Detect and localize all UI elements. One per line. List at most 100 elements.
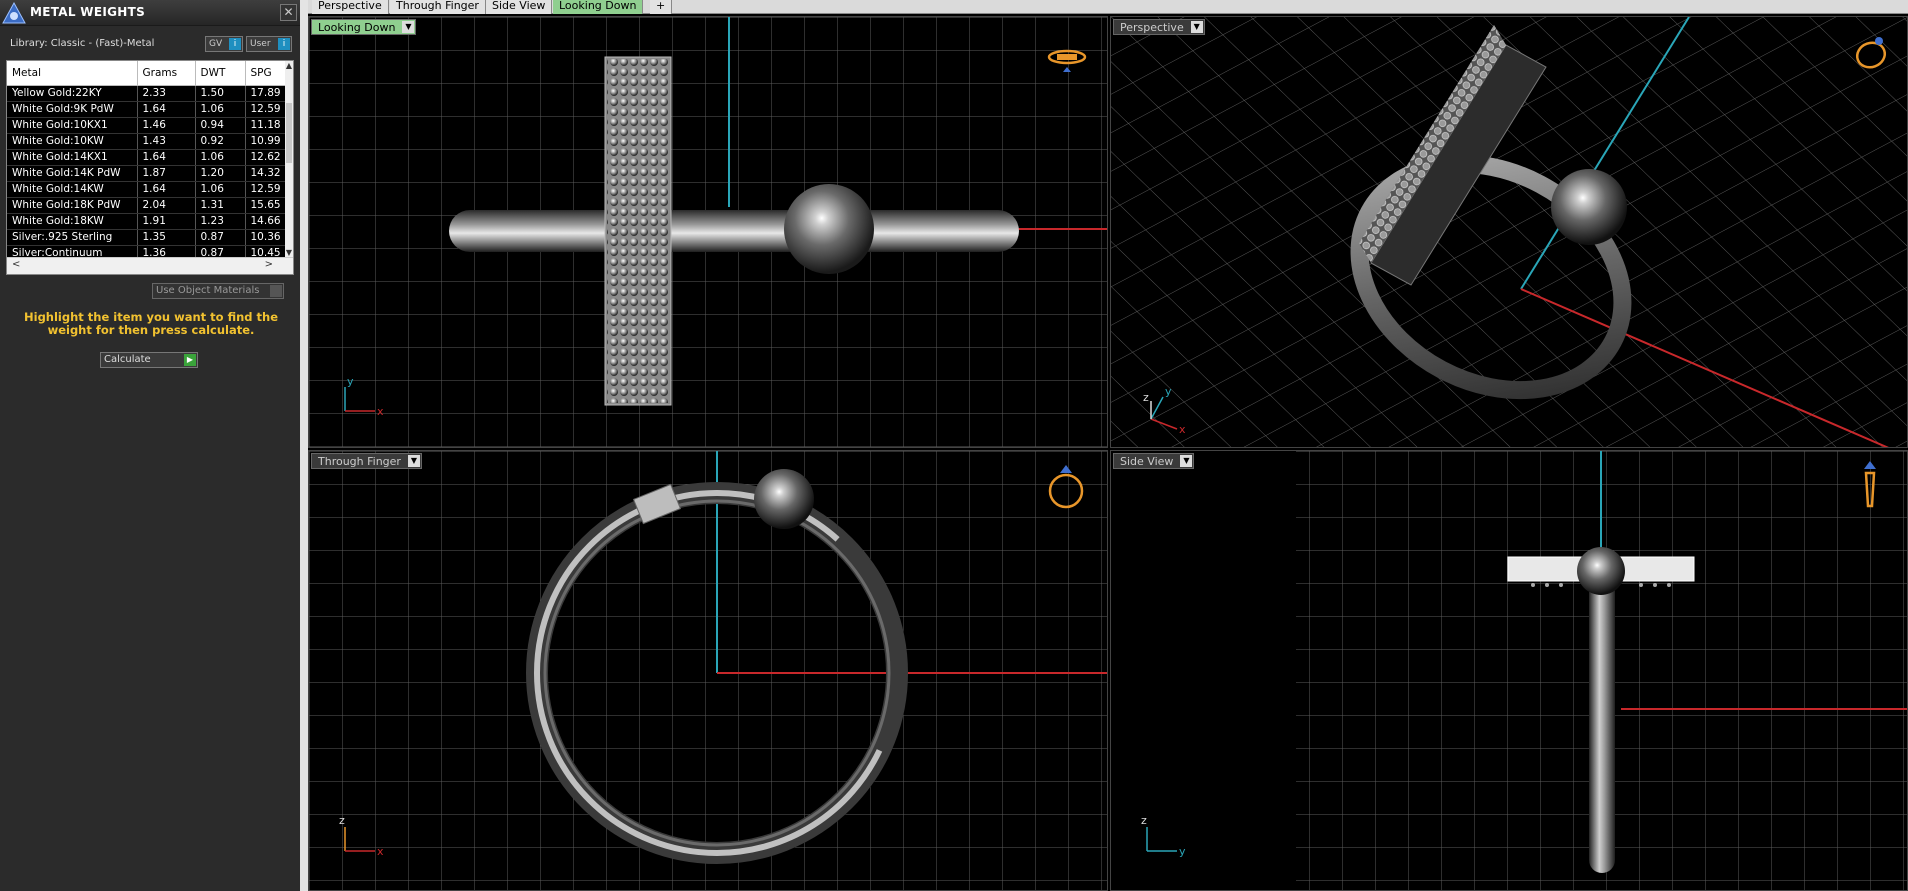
- tab-perspective[interactable]: Perspective: [312, 0, 389, 14]
- chevron-down-icon[interactable]: ▼: [1190, 21, 1203, 33]
- calculate-button[interactable]: Calculate ▶: [100, 352, 198, 368]
- use-object-materials-label: Use Object Materials: [156, 285, 260, 296]
- viewport-canvas[interactable]: z x: [309, 451, 1108, 891]
- metal-cell: White Gold:18KW: [7, 213, 138, 230]
- scroll-left-icon[interactable]: <: [12, 259, 20, 270]
- viewport-label-text: Side View: [1120, 455, 1174, 468]
- axis-label-x: x: [377, 845, 384, 858]
- spg-cell: 14.32: [245, 165, 287, 182]
- metal-weights-panel: METAL WEIGHTS ✕ Library: Classic - (Fast…: [0, 0, 300, 891]
- tab-through-finger[interactable]: Through Finger: [390, 0, 486, 14]
- dwt-cell: 1.23: [195, 213, 246, 230]
- metal-cell: White Gold:14K PdW: [7, 165, 138, 182]
- axis-label-z: z: [1143, 391, 1149, 404]
- table-row[interactable]: White Gold:14KW 1.64 1.06 12.59: [7, 181, 287, 198]
- ball-head[interactable]: [784, 184, 874, 274]
- metal-weights-table[interactable]: Metal Grams DWT SPG Yellow Gold:22KY 2.33…: [6, 60, 294, 275]
- axis-label-y: y: [1165, 385, 1172, 398]
- table-row[interactable]: Silver:Continuum 1.36 0.87 10.45: [7, 245, 287, 257]
- tab-side-view[interactable]: Side View: [486, 0, 553, 14]
- scroll-right-icon[interactable]: >: [265, 259, 273, 270]
- use-object-materials-toggle[interactable]: Use Object Materials: [152, 283, 284, 299]
- app-logo-icon: [2, 2, 26, 24]
- grams-cell: 1.87: [137, 165, 196, 182]
- viewport-looking-down[interactable]: y x Looking Down ▼: [308, 16, 1108, 448]
- dwt-cell: 0.87: [195, 245, 246, 257]
- table-row[interactable]: White Gold:18KW 1.91 1.23 14.66: [7, 213, 287, 230]
- dwt-cell: 1.06: [195, 101, 246, 118]
- grams-cell: 2.33: [137, 85, 196, 102]
- ring-shank[interactable]: [1589, 573, 1615, 873]
- spg-cell: 12.59: [245, 101, 287, 118]
- column-header-metal[interactable]: Metal: [7, 61, 138, 86]
- metal-cell: White Gold:14KX1: [7, 149, 138, 166]
- calculate-label: Calculate: [104, 354, 151, 365]
- viewport-through-finger[interactable]: z x Through Finger ▼: [308, 450, 1108, 891]
- viewport-canvas[interactable]: z y: [1111, 451, 1908, 891]
- grams-cell: 1.35: [137, 229, 196, 246]
- grams-cell: 1.46: [137, 117, 196, 134]
- viewport-side-view[interactable]: z y Side View ▼: [1110, 450, 1908, 891]
- metal-cell: White Gold:18K PdW: [7, 197, 138, 214]
- spg-cell: 10.45: [245, 245, 287, 257]
- ball-head[interactable]: [754, 469, 814, 529]
- table-row[interactable]: White Gold:10KX1 1.46 0.94 11.18: [7, 117, 287, 134]
- viewport-label-perspective[interactable]: Perspective ▼: [1113, 19, 1205, 35]
- panel-header: METAL WEIGHTS ✕: [0, 0, 300, 26]
- grams-cell: 1.91: [137, 213, 196, 230]
- panel-divider[interactable]: [300, 0, 308, 891]
- table-row[interactable]: White Gold:18K PdW 2.04 1.31 15.65: [7, 197, 287, 214]
- scroll-down-icon[interactable]: ▼: [285, 248, 293, 257]
- table-row[interactable]: Silver:.925 Sterling 1.35 0.87 10.36: [7, 229, 287, 246]
- dwt-cell: 0.92: [195, 133, 246, 150]
- column-header-spg[interactable]: SPG: [245, 61, 287, 86]
- close-button[interactable]: ✕: [280, 4, 297, 21]
- viewport-canvas[interactable]: x y z: [1111, 17, 1908, 448]
- scroll-thumb[interactable]: [286, 103, 292, 163]
- ball-head[interactable]: [1577, 547, 1625, 595]
- checkbox-icon: [270, 285, 282, 297]
- play-icon: ▶: [184, 354, 196, 366]
- table-row[interactable]: White Gold:14KX1 1.64 1.06 12.62: [7, 149, 287, 166]
- dwt-cell: 0.87: [195, 229, 246, 246]
- column-header-dwt[interactable]: DWT: [195, 61, 246, 86]
- metal-cell: White Gold:9K PdW: [7, 101, 138, 118]
- add-tab-button[interactable]: +: [650, 0, 673, 14]
- table-row[interactable]: White Gold:10KW 1.43 0.92 10.99: [7, 133, 287, 150]
- axis-label-z: z: [1141, 814, 1147, 827]
- viewport-label-side-view[interactable]: Side View ▼: [1113, 453, 1195, 469]
- chevron-down-icon[interactable]: ▼: [407, 455, 420, 467]
- viewport-label-looking-down[interactable]: Looking Down ▼: [311, 19, 417, 35]
- dwt-cell: 1.06: [195, 181, 246, 198]
- gv-toggle[interactable]: GV i: [205, 36, 243, 52]
- column-header-grams[interactable]: Grams: [137, 61, 196, 86]
- ring-shank[interactable]: [449, 210, 1019, 252]
- spg-cell: 10.99: [245, 133, 287, 150]
- instruction-text: Highlight the item you want to find the …: [24, 310, 278, 337]
- metal-cell: White Gold:10KW: [7, 133, 138, 150]
- table-row[interactable]: White Gold:14K PdW 1.87 1.20 14.32: [7, 165, 287, 182]
- ball-head[interactable]: [1551, 169, 1627, 245]
- grams-cell: 1.64: [137, 181, 196, 198]
- scroll-up-icon[interactable]: ▲: [285, 61, 293, 70]
- chevron-down-icon[interactable]: ▼: [402, 21, 415, 33]
- spg-cell: 12.62: [245, 149, 287, 166]
- dwt-cell: 1.06: [195, 149, 246, 166]
- table-row[interactable]: Yellow Gold:22KY 2.33 1.50 17.89: [7, 85, 287, 102]
- viewport-canvas[interactable]: y x: [309, 17, 1108, 448]
- viewport-perspective[interactable]: x y z Perspective ▼: [1110, 16, 1908, 448]
- user-toggle[interactable]: User i: [246, 36, 292, 52]
- chevron-down-icon[interactable]: ▼: [1180, 455, 1193, 467]
- dwt-cell: 0.94: [195, 117, 246, 134]
- dwt-cell: 1.31: [195, 197, 246, 214]
- vertical-scrollbar[interactable]: ▲ ▼: [285, 61, 293, 257]
- grams-cell: 1.36: [137, 245, 196, 257]
- horizontal-scrollbar[interactable]: < >: [7, 257, 293, 274]
- viewport-label-text: Looking Down: [318, 21, 396, 34]
- table-row[interactable]: White Gold:9K PdW 1.64 1.06 12.59: [7, 101, 287, 118]
- spg-cell: 11.18: [245, 117, 287, 134]
- axis-label-y: y: [1179, 845, 1186, 858]
- grams-cell: 1.64: [137, 149, 196, 166]
- viewport-label-through-finger[interactable]: Through Finger ▼: [311, 453, 422, 469]
- tab-looking-down[interactable]: Looking Down: [553, 0, 644, 14]
